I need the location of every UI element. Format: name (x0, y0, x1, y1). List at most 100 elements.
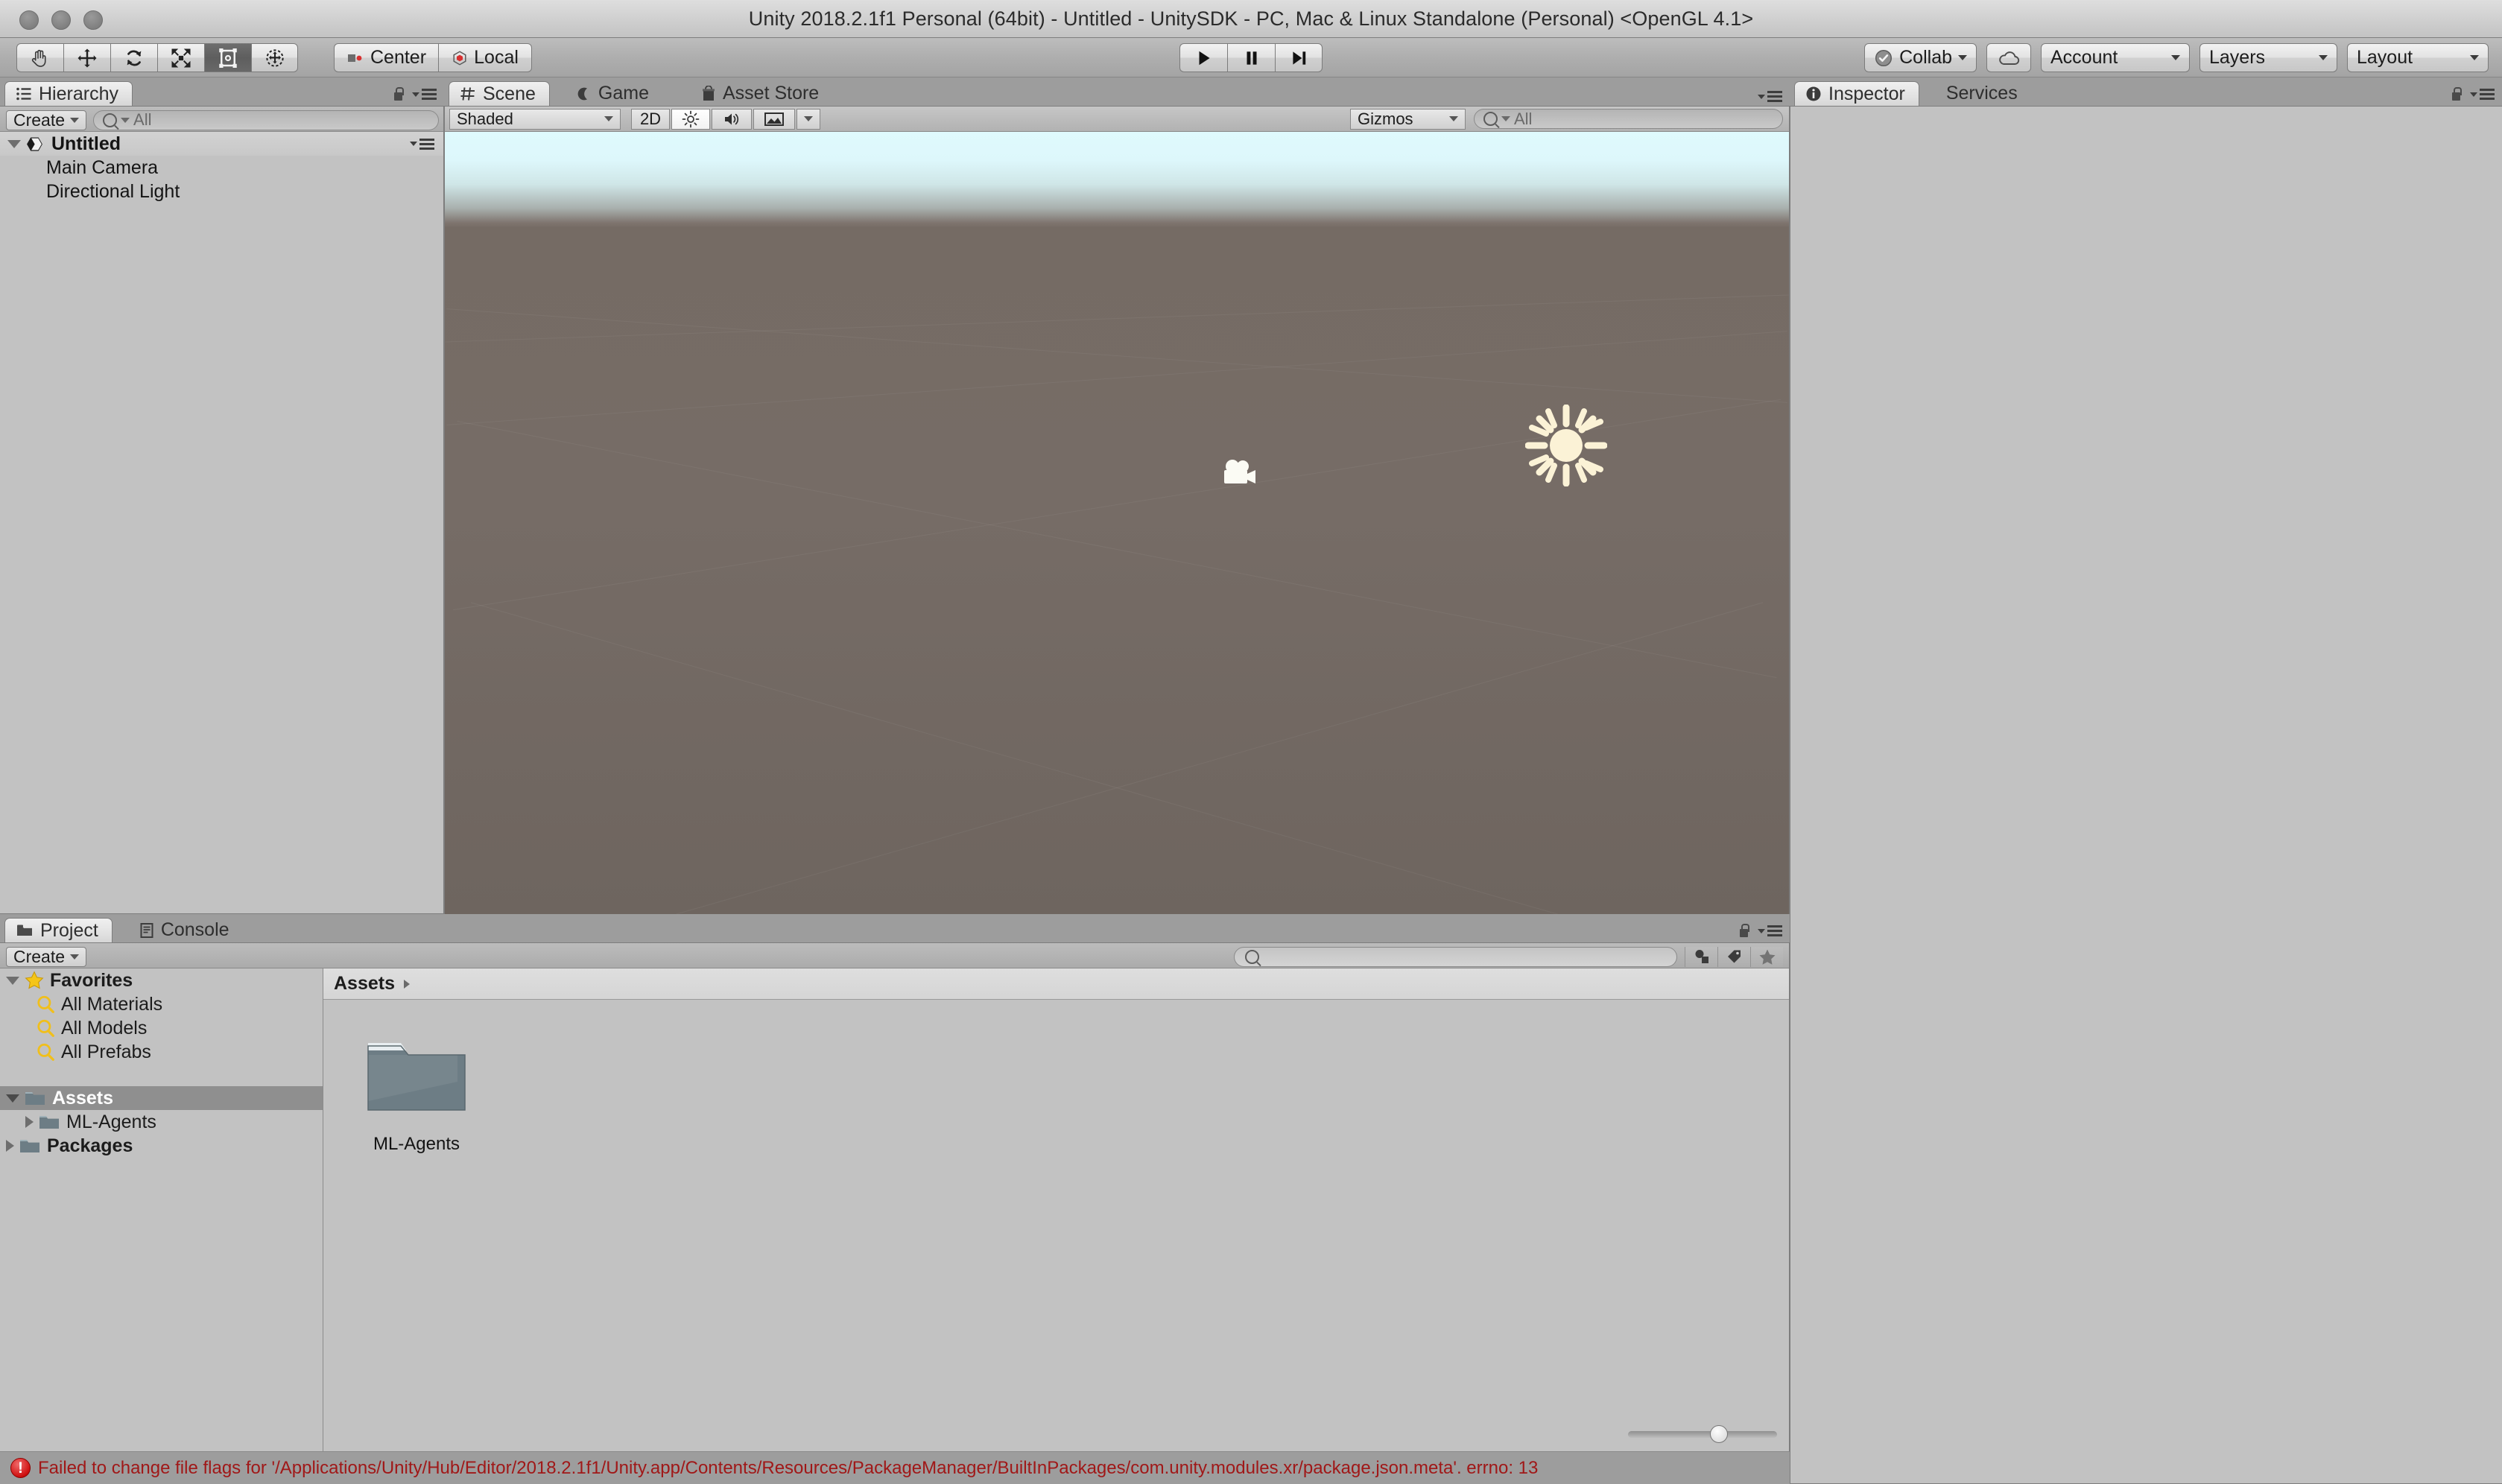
title-bar: Unity 2018.2.1f1 Personal (64bit) - Unti… (0, 0, 2502, 38)
hand-tool-button[interactable] (16, 43, 63, 72)
lock-icon[interactable] (393, 87, 404, 101)
chevron-right-icon[interactable] (25, 1116, 34, 1128)
scale-icon (171, 48, 191, 67)
project-tree-assets[interactable]: Assets (0, 1086, 323, 1110)
asset-zoom-slider[interactable] (1628, 1424, 1777, 1445)
pivot-mode-label: Center (370, 47, 427, 68)
center-pivot-icon (348, 54, 362, 62)
account-button[interactable]: Account (2041, 43, 2190, 72)
project-tree-all-models[interactable]: All Models (0, 1016, 323, 1040)
tab-hierarchy[interactable]: Hierarchy (4, 81, 133, 106)
filter-by-type-button[interactable] (1685, 946, 1717, 967)
tab-scene[interactable]: Scene (449, 81, 550, 106)
scene-audio-toggle[interactable] (712, 108, 752, 130)
folder-icon (20, 1140, 39, 1152)
panel-menu-icon[interactable] (1758, 91, 1782, 102)
scene-gizmos-dropdown[interactable]: Gizmos (1350, 108, 1466, 130)
step-icon (1293, 51, 1306, 65)
scene-tab-controls[interactable] (1758, 91, 1782, 102)
tab-inspector-label: Inspector (1828, 83, 1905, 104)
chevron-down-icon (604, 116, 613, 121)
layout-button[interactable]: Layout (2347, 43, 2489, 72)
panel-menu-icon[interactable] (2470, 89, 2495, 100)
tab-console[interactable]: Console (129, 918, 243, 942)
scene-sky (445, 132, 1789, 227)
project-tree-ml-agents[interactable]: ML-Agents (0, 1110, 323, 1134)
pivot-mode-button[interactable]: Center (334, 43, 439, 72)
hierarchy-object-list: Main Camera Directional Light (0, 156, 443, 203)
transform-tool-button[interactable] (251, 43, 298, 72)
chevron-right-icon[interactable] (6, 1140, 14, 1152)
tab-asset-store[interactable]: Asset Store (691, 81, 832, 106)
search-icon (1483, 112, 1498, 126)
pivot-tool-group: Center Local (334, 43, 533, 72)
tab-game[interactable]: Game (566, 81, 662, 106)
pause-button[interactable] (1227, 43, 1275, 72)
project-tree-all-materials[interactable]: All Materials (0, 992, 323, 1016)
scene-2d-toggle[interactable]: 2D (631, 108, 670, 130)
camera-gizmo[interactable] (1220, 457, 1260, 494)
inspector-tabstrip: Inspector Services (1790, 77, 2502, 106)
rotate-tool-button[interactable] (110, 43, 157, 72)
rect-tool-button[interactable] (204, 43, 251, 72)
chevron-down-icon[interactable] (6, 1094, 19, 1103)
hierarchy-scene-root[interactable]: Untitled (0, 132, 443, 156)
audio-icon (725, 113, 739, 124)
scene-gizmo-search-input[interactable]: All (1474, 109, 1783, 129)
project-tab-controls[interactable] (1738, 924, 1782, 938)
scene-lighting-toggle[interactable] (671, 108, 710, 130)
panel-menu-icon[interactable] (412, 89, 437, 100)
chevron-down-icon (2171, 55, 2180, 60)
project-create-button[interactable]: Create (6, 946, 87, 967)
play-button[interactable] (1179, 43, 1227, 72)
cloud-button[interactable] (1986, 43, 2031, 72)
scene-menu-icon[interactable] (410, 138, 434, 150)
chevron-down-icon[interactable] (6, 976, 19, 985)
slider-knob[interactable] (1710, 1425, 1728, 1443)
scene-effects-toggle[interactable] (753, 108, 795, 130)
tab-inspector[interactable]: Inspector (1794, 81, 1919, 106)
project-tree-label: All Materials (61, 993, 163, 1015)
lock-icon[interactable] (2451, 87, 2462, 101)
tab-services[interactable]: Services (1936, 81, 2031, 106)
rect-transform-icon (219, 48, 237, 68)
step-button[interactable] (1275, 43, 1323, 72)
filter-by-label-button[interactable] (1717, 946, 1750, 967)
chevron-down-icon[interactable] (7, 139, 21, 148)
panel-menu-icon[interactable] (1758, 925, 1782, 936)
hierarchy-search-input[interactable]: All (93, 110, 439, 130)
scene-panel: Scene Game Asset Store Shaded 2D Gizmos … (444, 77, 1790, 916)
project-tree-all-prefabs[interactable]: All Prefabs (0, 1040, 323, 1064)
hierarchy-item-directional-light[interactable]: Directional Light (0, 180, 443, 203)
project-search-input[interactable] (1234, 946, 1677, 967)
project-tree-packages[interactable]: Packages (0, 1134, 323, 1158)
hierarchy-item-main-camera[interactable]: Main Camera (0, 156, 443, 180)
chevron-down-icon (1449, 116, 1458, 121)
account-label: Account (2050, 47, 2118, 68)
move-tool-button[interactable] (63, 43, 110, 72)
layers-button[interactable]: Layers (2199, 43, 2337, 72)
project-tree-favorites[interactable]: Favorites (0, 968, 323, 992)
scale-tool-button[interactable] (157, 43, 204, 72)
scene-draw-mode-dropdown[interactable]: Shaded (449, 108, 621, 130)
filter-by-favorite-button[interactable] (1750, 946, 1783, 967)
scene-viewport[interactable] (445, 132, 1789, 916)
status-bar[interactable]: ! Failed to change file flags for '/Appl… (0, 1451, 1790, 1484)
hierarchy-tab-controls[interactable] (393, 87, 437, 101)
chevron-down-icon (121, 117, 130, 123)
breadcrumb[interactable]: Assets (323, 968, 1789, 1000)
folder-icon (25, 1092, 45, 1105)
inspector-tab-controls[interactable] (2451, 87, 2495, 101)
pivot-rotation-button[interactable]: Local (438, 43, 533, 72)
collab-button[interactable]: Collab (1864, 43, 1977, 72)
lock-icon[interactable] (1738, 924, 1749, 938)
scene-effects-dropdown[interactable] (796, 108, 820, 130)
search-icon (103, 112, 118, 127)
unity-logo-icon (27, 136, 42, 151)
light-gizmo[interactable] (1524, 404, 1608, 492)
asset-item-ml-agents[interactable]: ML-Agents (361, 1030, 472, 1155)
hierarchy-create-button[interactable]: Create (6, 110, 87, 130)
hierarchy-scene-name: Untitled (51, 133, 121, 154)
project-tree: Favorites All Materials All Models All P… (0, 968, 323, 1452)
tab-project[interactable]: Project (4, 918, 113, 942)
